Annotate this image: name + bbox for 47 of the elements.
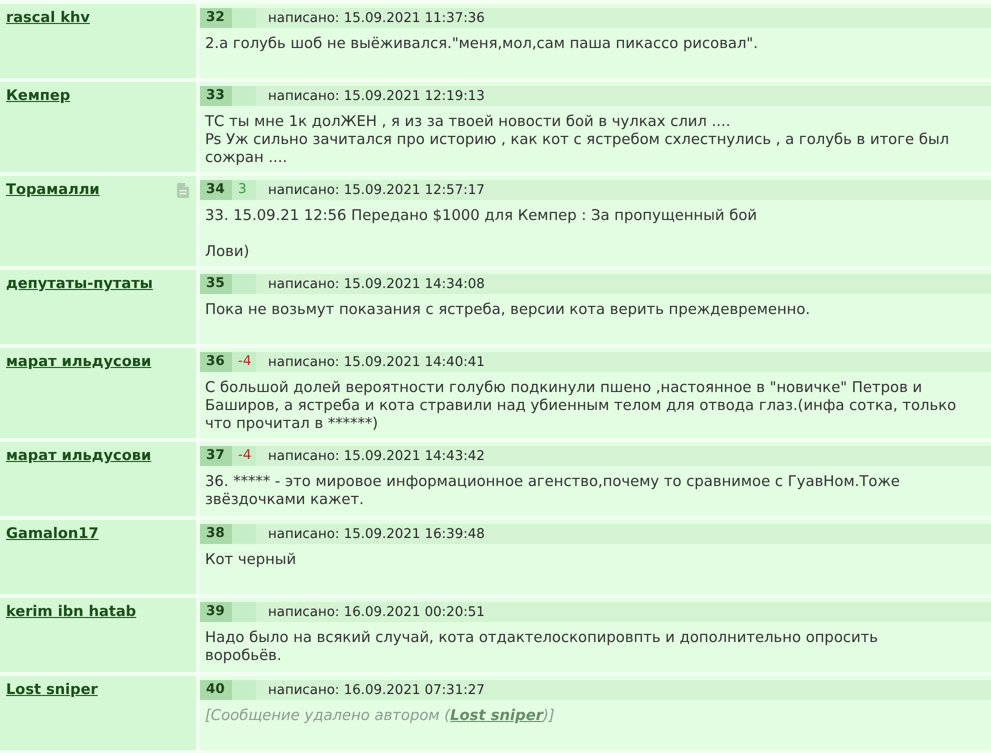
author-link[interactable]: rascal khv (6, 9, 90, 27)
document-icon[interactable] (177, 183, 189, 198)
rating-cell: 3 (232, 180, 256, 200)
post-number[interactable]: 37 (200, 446, 232, 466)
post-date: написано: 16.09.2021 00:20:51 (268, 604, 485, 620)
author-link[interactable]: марат ильдусови (6, 447, 152, 465)
rating-cell: -4 (232, 446, 256, 466)
rating-cell (232, 8, 256, 28)
rating-cell (232, 680, 256, 700)
post-number[interactable]: 32 (200, 8, 232, 28)
post-number[interactable]: 38 (200, 524, 232, 544)
author-link[interactable]: Торамалли (6, 181, 100, 199)
post-number[interactable]: 33 (200, 86, 232, 106)
post-number[interactable]: 40 (200, 680, 232, 700)
post-date: написано: 16.09.2021 07:31:27 (268, 682, 485, 698)
post-message: Кот черный (205, 551, 298, 569)
post-date: написано: 15.09.2021 14:40:41 (268, 354, 485, 370)
rating-cell (232, 86, 256, 106)
post-message: 33. 15.09.21 12:56 Передано $1000 для Кемпер : За пропущенный бой Лови) (205, 207, 758, 261)
author-link[interactable]: Lost sniper (450, 707, 544, 724)
post-date: написано: 15.09.2021 16:39:48 (268, 526, 485, 542)
post-message: ТС ты мне 1к долЖЕН , я из за твоей новости бой в чулках слил .... Ps Уж сильно зачитался про историю , как кот с ястребом схлестнулись , а голубь в итоге был сожран .... (205, 113, 950, 167)
author-link[interactable]: Gamalon17 (6, 525, 99, 543)
post-message: 2.а голубь шоб не выёживался."меня,мол,сам паша пикассо рисовал". (205, 35, 759, 53)
author-link[interactable]: Кемпер (6, 87, 70, 105)
rating-cell (232, 274, 256, 294)
post-message: Надо было на всякий случай, кота отдактелоскопировпть и дополнительно опросить воробьёв. (205, 629, 879, 665)
rating-cell: -4 (232, 352, 256, 372)
deleted-notice: [Сообщение удалено автором (Lost sniper)] (205, 707, 556, 725)
author-link[interactable]: Lost sniper (6, 681, 98, 699)
rating-cell (232, 524, 256, 544)
post-date: написано: 15.09.2021 12:19:13 (268, 88, 485, 104)
post-number[interactable]: 36 (200, 352, 232, 372)
post-number[interactable]: 35 (200, 274, 232, 294)
author-link[interactable]: депутаты-путаты (6, 275, 153, 293)
post-message: 36. ***** - это мировое информационное агенство,почему то сравнимое с ГуавНом.Тоже звёздочками кажет. (205, 473, 901, 509)
post-number[interactable]: 34 (200, 180, 232, 200)
author-link[interactable]: марат ильдусови (6, 353, 152, 371)
rating-cell (232, 602, 256, 622)
post-number[interactable]: 39 (200, 602, 232, 622)
post-date: написано: 15.09.2021 11:37:36 (268, 10, 485, 26)
post-date: написано: 15.09.2021 14:43:42 (268, 448, 485, 464)
post-date: написано: 15.09.2021 12:57:17 (268, 182, 485, 198)
author-link[interactable]: kerim ibn hatab (6, 603, 136, 621)
post-message: С большой долей вероятности голубю подкинули пшено ,настоянное в "новичке" Петров и Баширов, а ястреба и кота стравили над убиенным телом для отвода глаз.(инфа сотка, только что прочитал в ******) (205, 379, 957, 433)
post-message: Пока не возьмут показания с ястреба, версии кота верить преждевременно. (205, 301, 812, 319)
post-date: написано: 15.09.2021 14:34:08 (268, 276, 485, 292)
